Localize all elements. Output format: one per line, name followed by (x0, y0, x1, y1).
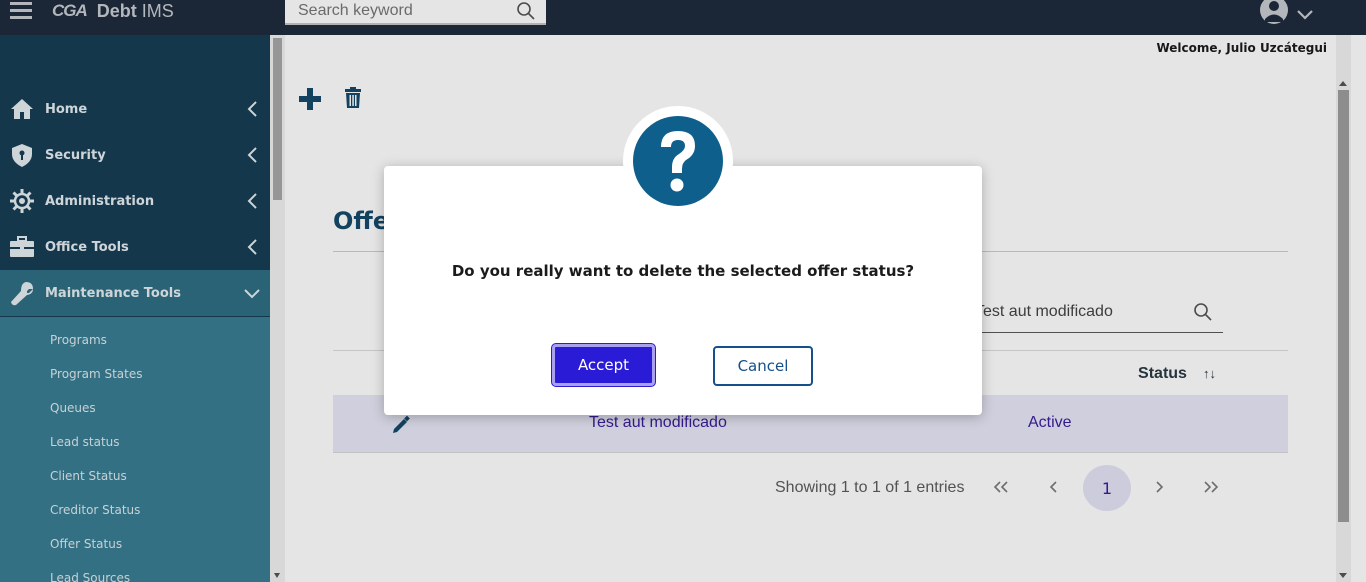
dialog-message: Do you really want to delete the selecte… (451, 262, 915, 280)
dialog-icon-badge (623, 106, 733, 216)
accept-button[interactable]: Accept (552, 344, 655, 386)
cancel-button[interactable]: Cancel (713, 346, 813, 386)
question-icon (633, 116, 723, 206)
